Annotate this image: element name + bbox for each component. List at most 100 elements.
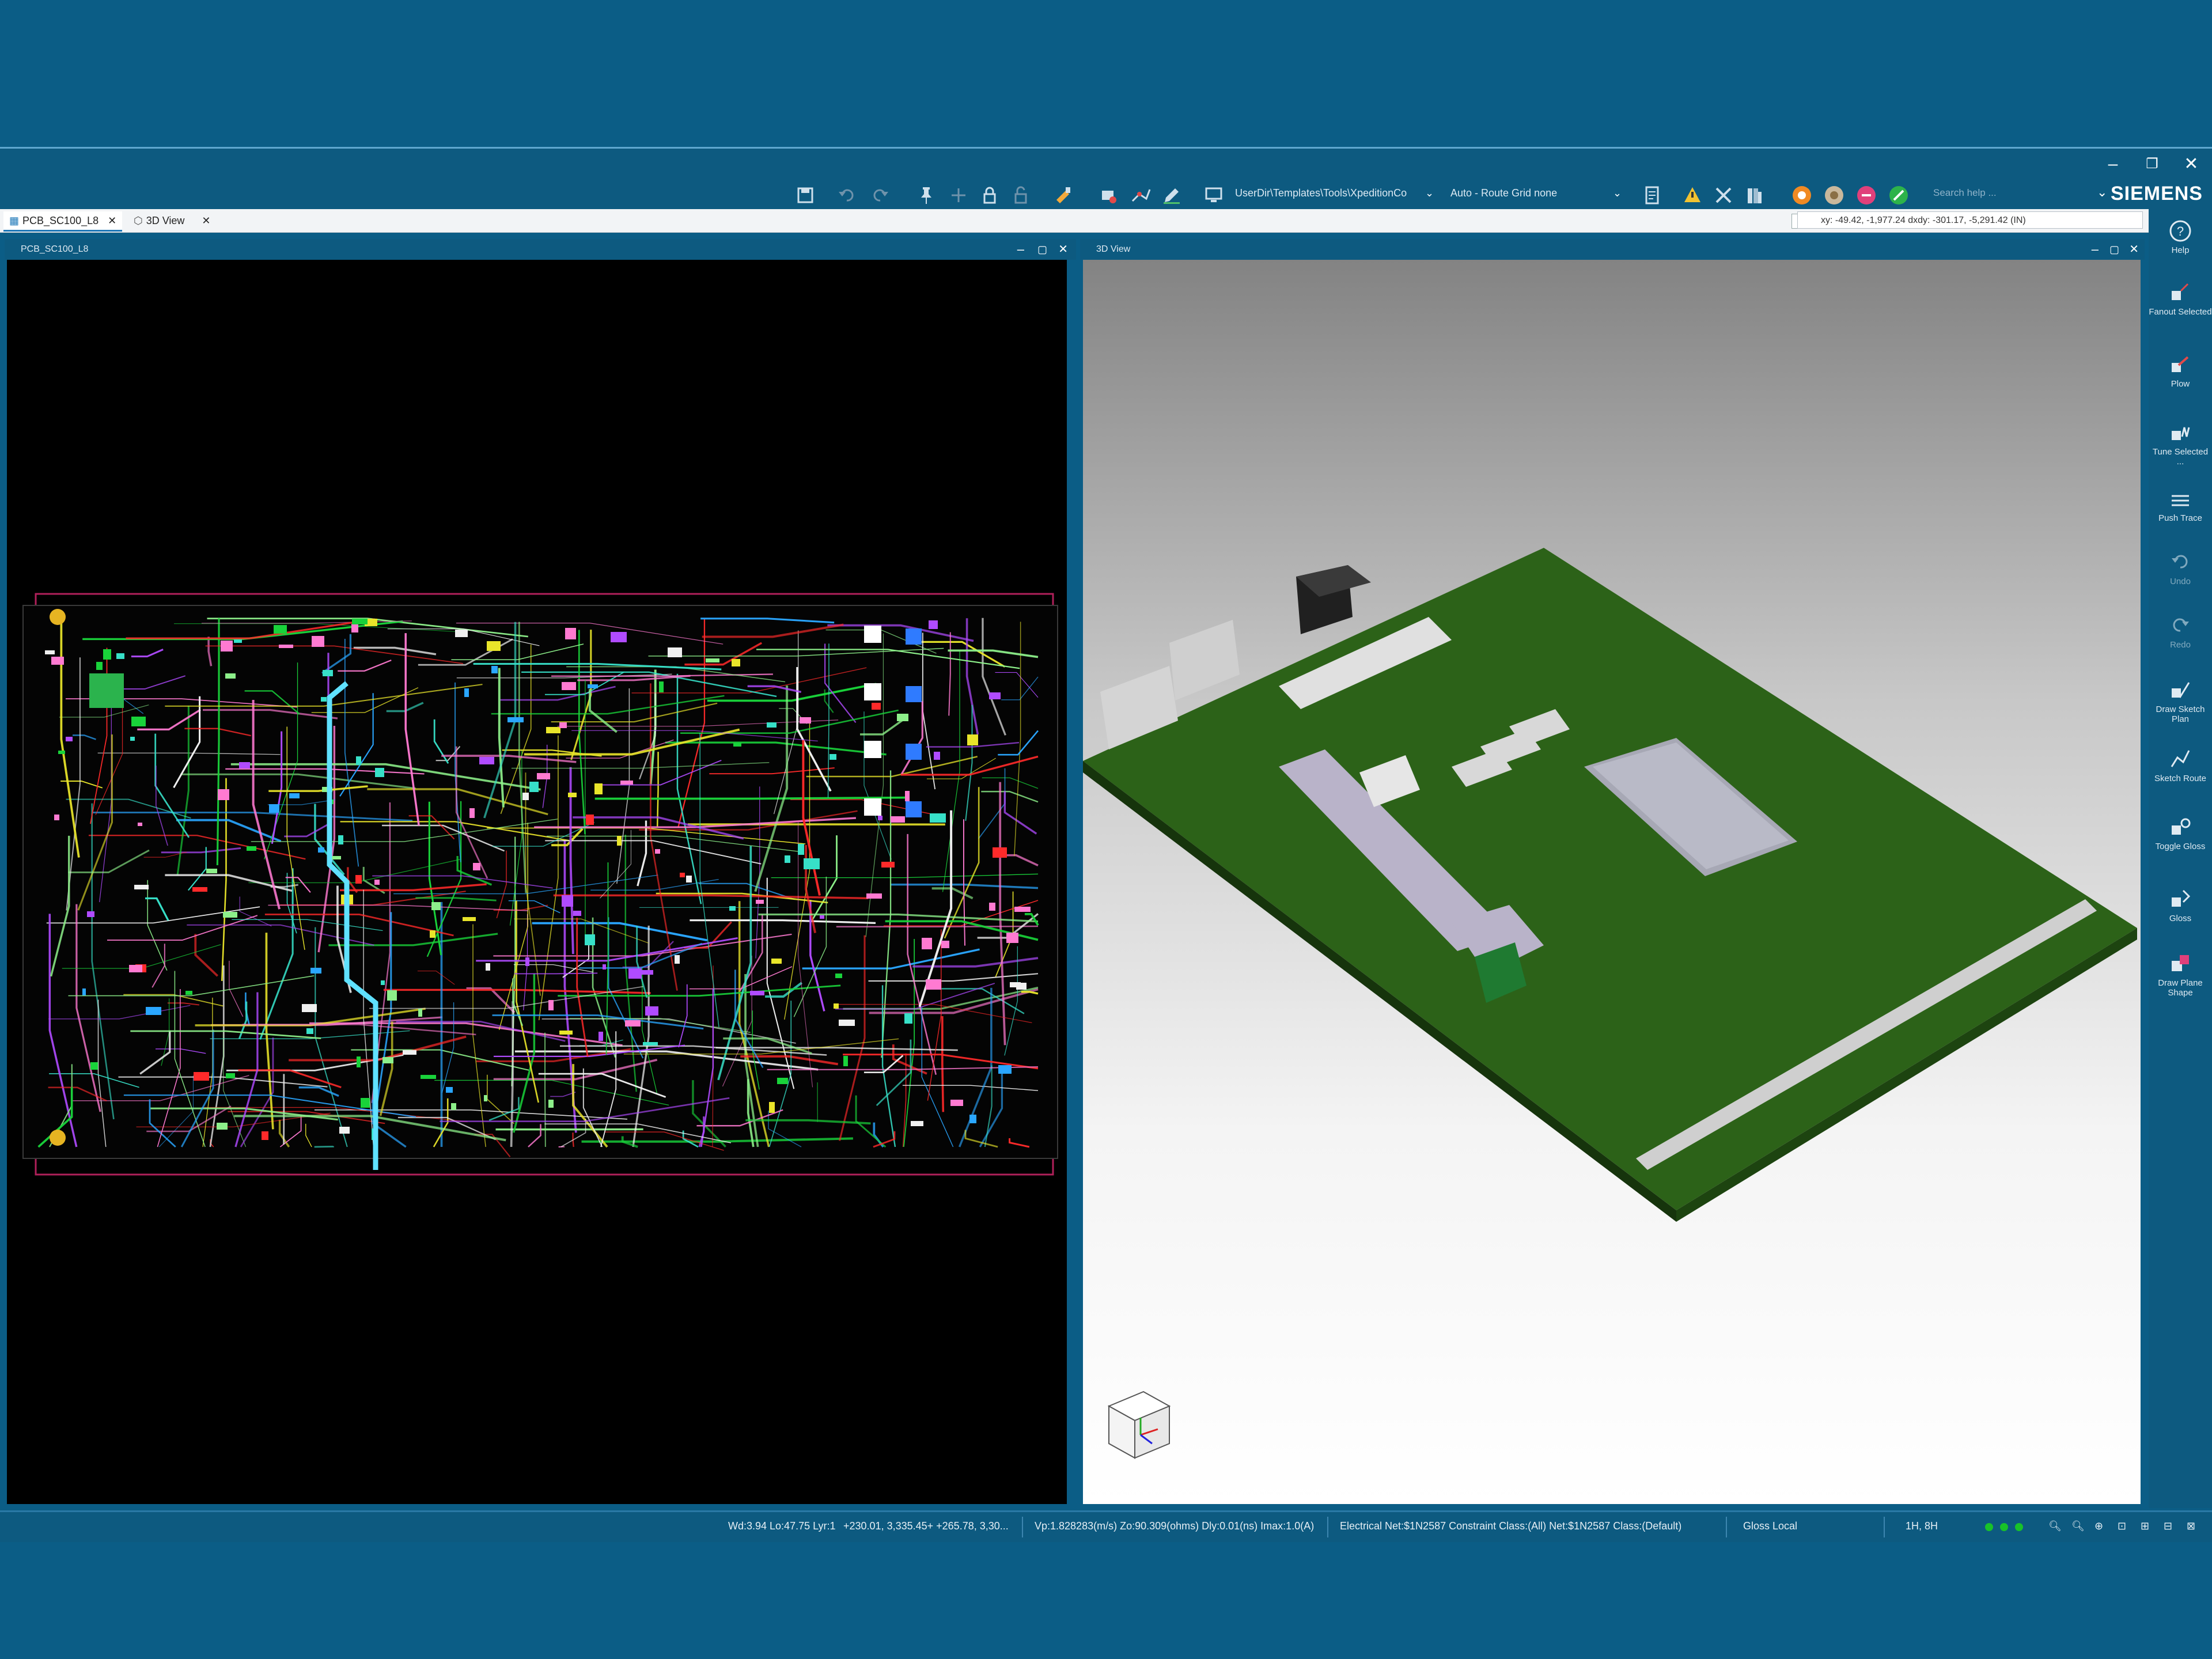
smd-pad [929,620,938,629]
smd-pad [729,906,736,911]
smd-pad [1014,907,1031,912]
smd-pad [891,816,905,823]
tool-label: Help [2171,245,2190,255]
smd-pad [487,641,501,651]
smd-pad [331,856,341,859]
help-icon: ? [2169,220,2191,242]
tool-label: Gloss [2169,914,2192,923]
smd-pad [733,743,741,747]
highlight-icon[interactable] [1052,184,1075,207]
orientation-cube-icon[interactable] [1107,1391,1171,1459]
draw-plane-shape-button[interactable]: Draw Plane Shape [2149,950,2212,998]
grey-tool-icon[interactable] [1823,184,1846,207]
smd-pad [274,625,287,634]
sketch-route-button[interactable]: Sketch Route [2149,746,2212,783]
pin-toggle-icon[interactable] [947,184,970,207]
zoom-window-icon[interactable]: ⊟ [2164,1520,2172,1532]
smd-pad [750,991,764,995]
tune-selected-button[interactable]: Tune Selected ... [2149,419,2212,467]
smd-pad [239,762,250,768]
smd-pad [375,768,384,777]
smd-pad [625,1020,641,1027]
edit-icon[interactable] [1160,184,1183,207]
lock-icon[interactable] [978,184,1001,207]
smd-pad [361,1098,370,1108]
tab-pcb[interactable]: ▦ PCB_SC100_L8 ✕ [3,211,123,232]
orange-tool-icon[interactable] [1790,184,1813,207]
drc-warning-icon[interactable] [1681,184,1704,207]
push-trace-button[interactable]: Push Trace [2149,486,2212,523]
smd-pad [469,808,475,818]
smd-pad [804,858,820,869]
smd-pad [418,1009,422,1017]
pcb-icon: ▦ [9,215,20,226]
zoom-fit-icon[interactable]: ⊕ [2094,1520,2103,1532]
smd-pad [54,815,59,820]
close-tab-icon[interactable]: ✕ [202,211,210,230]
svg-text:?: ? [2177,224,2184,238]
zoom-previous-icon[interactable]: ⊠ [2187,1520,2195,1532]
plow-button[interactable]: Plow [2149,351,2212,389]
undo-icon[interactable] [835,184,858,207]
redo-button[interactable]: Redo [2149,612,2212,650]
draw-sketch-plan-button[interactable]: Draw Sketch Plan [2149,677,2212,724]
3d-view-canvas[interactable] [1083,260,2141,1504]
tool-label: Draw Plane Shape [2158,978,2203,998]
unlock-icon[interactable] [1009,184,1032,207]
path-select[interactable]: UserDir\Templates\Tools\XpeditionCo [1235,187,1407,199]
close-window-icon[interactable]: ✕ [2180,153,2203,176]
green-tool-icon[interactable] [1887,184,1910,207]
chevron-down-icon[interactable]: ⌄ [2097,185,2107,200]
pane-maximize-icon[interactable]: ▢ [2109,239,2119,260]
pane-minimize-icon[interactable]: – [2092,239,2099,260]
toggle-gloss-button[interactable]: Toggle Gloss [2149,814,2212,851]
display-icon[interactable] [1203,184,1226,207]
route-icon[interactable] [1129,184,1152,207]
smd-pad [522,793,529,800]
tool-label: Sketch Route [2154,774,2207,783]
library-icon[interactable] [1743,184,1766,207]
pane-close-icon[interactable]: ✕ [1058,239,1068,260]
redo-icon[interactable] [869,184,892,207]
plane-shape-icon [2172,955,2189,971]
smd-pad [911,1121,923,1126]
minimize-icon[interactable]: – [2101,153,2124,176]
smd-pad [998,1065,1012,1074]
gloss-button[interactable]: Gloss [2149,886,2212,923]
status-ok-icon [1985,1523,1993,1531]
component-icon[interactable] [1097,184,1120,207]
restore-icon[interactable]: ❐ [2141,153,2164,176]
chevron-down-icon[interactable]: ⌄ [1425,187,1434,199]
pink-tool-icon[interactable] [1855,184,1878,207]
undo-button[interactable]: Undo [2149,549,2212,586]
zoom-in-icon[interactable]: 🔍︎ [2048,1520,2062,1532]
fanout-selected-button[interactable]: Fanout Selected [2149,279,2212,317]
zoom-extents-icon[interactable]: ⊞ [2141,1520,2149,1532]
close-tab-icon[interactable]: ✕ [108,211,116,230]
smd-pad [843,1056,848,1066]
zoom-board-icon[interactable]: ⊡ [2118,1520,2126,1532]
save-icon[interactable] [794,184,817,207]
smd-pad [930,813,946,823]
pane-close-icon[interactable]: ✕ [2129,239,2139,260]
pane-minimize-icon[interactable]: – [1017,239,1024,260]
pane-maximize-icon[interactable]: ▢ [1037,239,1047,260]
help-button[interactable]: ? Help [2149,218,2212,255]
pin-icon[interactable] [915,184,938,207]
report-icon[interactable] [1641,184,1664,207]
chevron-down-icon[interactable]: ⌄ [1613,187,1622,199]
tune-icon [2172,427,2190,440]
tool-label: Plow [2171,379,2190,389]
tools-icon[interactable] [1712,184,1735,207]
smd-pad [565,628,576,639]
smd-pad [905,791,910,801]
smd-pad [484,1095,487,1101]
tab-3d-view-label: 3D View [146,215,185,226]
tab-3d-view[interactable]: ⬡ 3D View ✕ [128,211,217,230]
search-help-input[interactable]: Search help ... [1933,187,1997,199]
smd-pad [507,717,524,722]
route-grid-select[interactable]: Auto - Route Grid none [1450,187,1557,199]
pcb-layout-canvas[interactable] [7,260,1067,1504]
tool-label: Draw Sketch Plan [2156,704,2205,724]
zoom-out-icon[interactable]: 🔍︎ [2071,1520,2085,1532]
